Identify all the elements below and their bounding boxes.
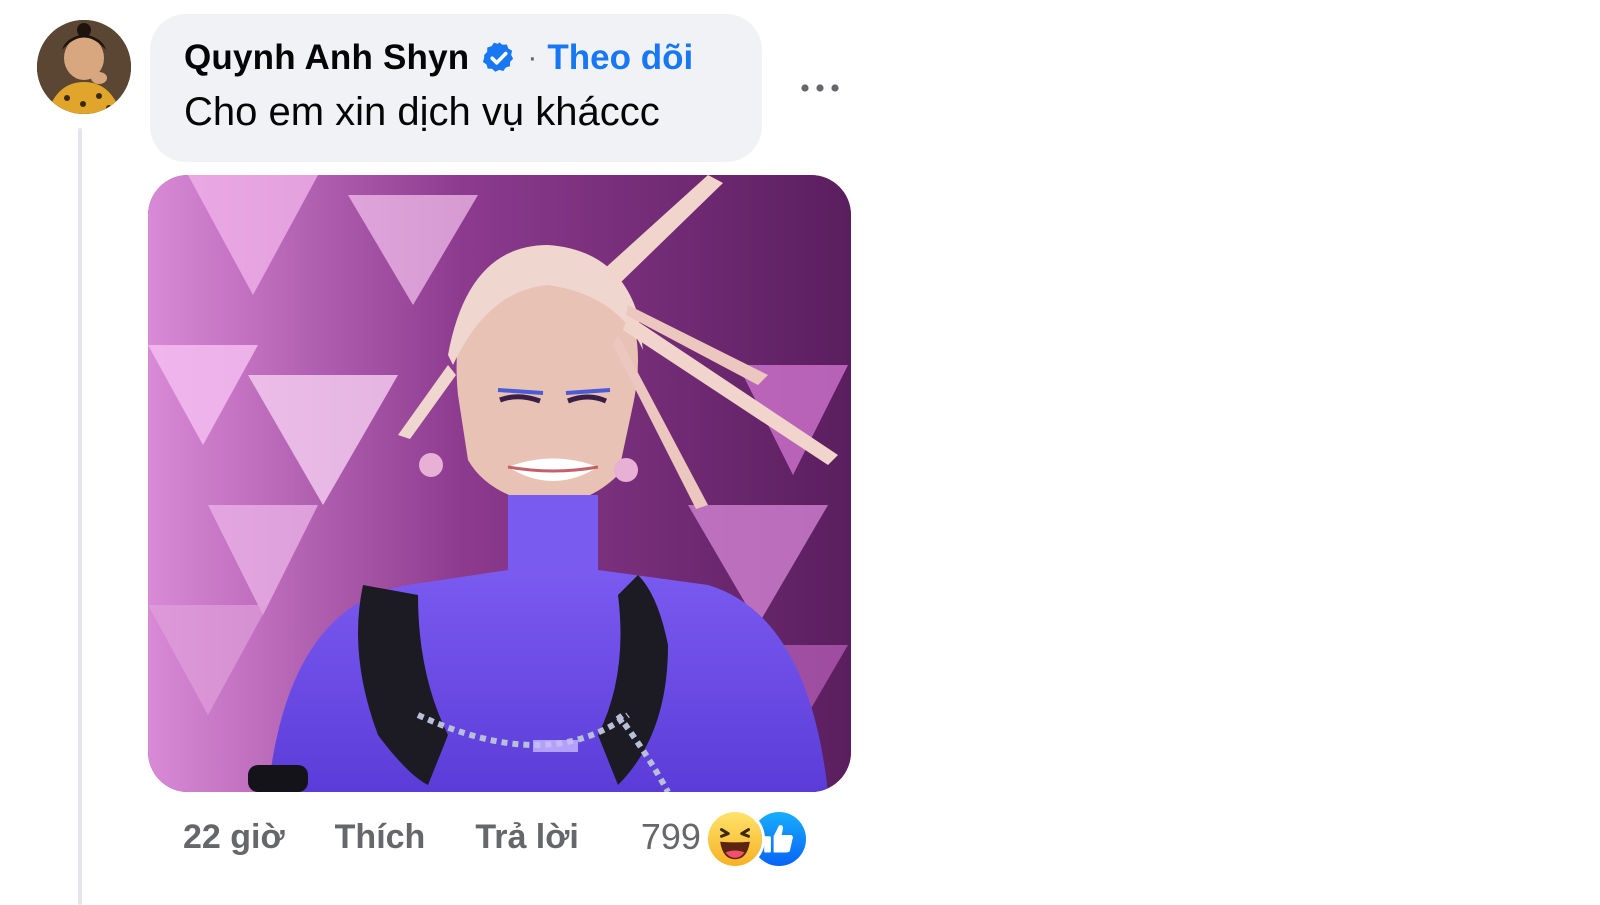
author-row: Quynh Anh Shyn · Theo dõi	[184, 38, 693, 78]
reaction-count[interactable]: 799	[641, 816, 701, 858]
verified-badge-icon	[481, 40, 517, 76]
comment-bubble: Quynh Anh Shyn · Theo dõi Cho em xin dịc…	[150, 14, 762, 162]
reaction-icons[interactable]	[704, 809, 809, 869]
like-button[interactable]: Thích	[335, 818, 426, 857]
separator-dot: ·	[527, 41, 538, 74]
reply-button[interactable]: Trả lời	[475, 818, 579, 857]
avatar-image	[37, 20, 131, 114]
avatar[interactable]	[37, 20, 131, 114]
haha-icon	[704, 809, 765, 869]
author-name[interactable]: Quynh Anh Shyn	[184, 38, 469, 78]
comment-time[interactable]: 22 giờ	[183, 818, 285, 857]
comment-actions: 22 giờ Thích Trả lời 799	[183, 809, 809, 869]
comment-text: Cho em xin dịch vụ kháccc	[184, 90, 660, 134]
more-options-icon[interactable]	[798, 68, 842, 108]
follow-link[interactable]: Theo dõi	[547, 38, 693, 78]
comment-media-gif[interactable]	[148, 175, 851, 792]
thread-line	[78, 128, 82, 905]
